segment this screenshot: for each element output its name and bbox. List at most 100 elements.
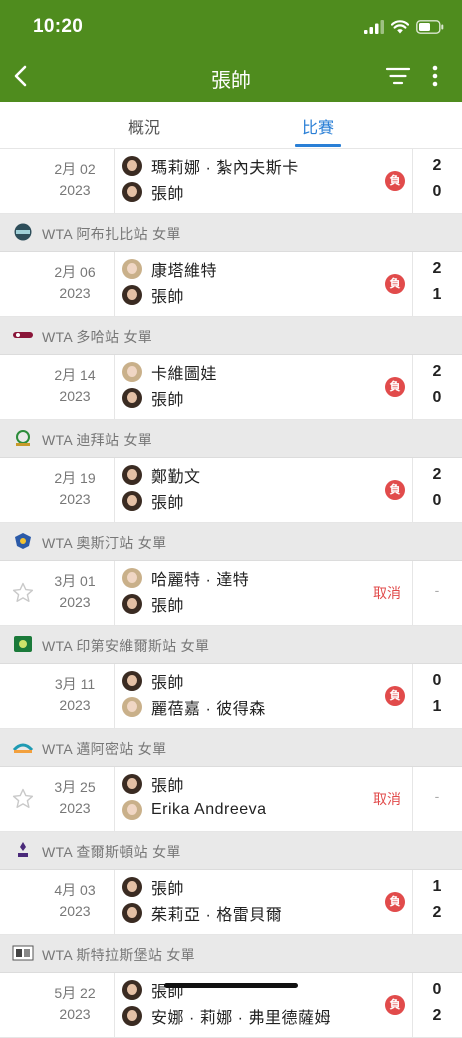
player-name: 張帥 [151, 186, 185, 203]
divider [114, 252, 115, 316]
tournament-header[interactable]: WTA 多哈站 女單 [0, 317, 462, 355]
loss-badge: 負 [385, 274, 405, 294]
score-player-two: 1 [432, 698, 442, 715]
match-day: 5月 22 [54, 985, 96, 1001]
match-year: 2023 [59, 903, 91, 919]
match-row[interactable]: 2月 19 2023 鄭勤文 張帥 負 2 0 [0, 458, 462, 523]
star-icon[interactable] [11, 581, 35, 605]
loss-badge: 負 [385, 377, 405, 397]
player-name: 康塔維特 [151, 263, 218, 280]
player-name: 張帥 [151, 289, 185, 306]
player-two: 張帥 [122, 386, 184, 410]
match-row[interactable]: 2月 02 2023 瑪莉娜 · 紮內夫斯卡 張帥 負 2 0 [0, 149, 462, 214]
divider [412, 767, 413, 831]
match-year: 2023 [59, 285, 91, 301]
loss-badge: 負 [385, 995, 405, 1015]
player-name: 張帥 [151, 675, 185, 692]
match-year: 2023 [59, 491, 91, 507]
match-day: 2月 14 [54, 367, 96, 383]
divider [114, 870, 115, 934]
match-year: 2023 [59, 388, 91, 404]
player-two: 張帥 [122, 283, 184, 307]
score-player-one: 1 [432, 878, 442, 895]
avatar [122, 259, 142, 279]
tournament-name: WTA 印第安維爾斯站 女單 [42, 638, 210, 654]
divider [114, 355, 115, 419]
match-day: 2月 19 [54, 470, 96, 486]
divider [412, 561, 413, 625]
tournament-header[interactable]: WTA 阿布扎比站 女單 [0, 214, 462, 252]
match-year: 2023 [59, 1006, 91, 1022]
home-indicator[interactable] [164, 983, 298, 988]
tab-matches[interactable]: 比賽 [268, 114, 368, 138]
divider [412, 252, 413, 316]
player-two: 張帥 [122, 180, 184, 204]
match-row[interactable]: 3月 01 2023 哈麗特 · 達特 張帥 取消 - [0, 561, 462, 626]
status-bar: 10:20 [0, 0, 462, 50]
filter-icon[interactable] [385, 66, 411, 86]
tournament-header[interactable]: WTA 印第安維爾斯站 女單 [0, 626, 462, 664]
loss-badge: 負 [385, 171, 405, 191]
score-player-one: 2 [432, 363, 442, 380]
match-date: 3月 25 2023 [38, 777, 112, 819]
match-list: 2月 02 2023 瑪莉娜 · 紮內夫斯卡 張帥負 2 0 WTA 阿布扎比站 女單 2月 … [0, 149, 462, 1038]
match-row[interactable]: 2月 14 2023 卡維圖娃 張帥 負 2 0 [0, 355, 462, 420]
match-date: 2月 06 2023 [38, 262, 112, 304]
tournament-header[interactable]: WTA 斯特拉斯堡站 女單 [0, 935, 462, 973]
player-one: 張帥 [122, 875, 184, 899]
match-row[interactable]: 3月 11 2023 張帥 麗蓓嘉 · 彼得森 負 0 1 [0, 664, 462, 729]
divider [114, 149, 115, 213]
player-one: 張帥 [122, 669, 184, 693]
match-day: 3月 11 [54, 676, 96, 692]
tournament-header[interactable]: WTA 邁阿密站 女單 [0, 729, 462, 767]
divider [412, 973, 413, 1037]
score-player-two: 2 [432, 1007, 442, 1024]
star-icon[interactable] [11, 787, 35, 811]
match-row[interactable]: 2月 06 2023 康塔維特 張帥 負 2 1 [0, 252, 462, 317]
player-name: 張帥 [151, 598, 185, 615]
tournament-header[interactable]: WTA 查爾斯頓站 女單 [0, 832, 462, 870]
tournament-logo-icon [12, 223, 34, 241]
wifi-icon [391, 20, 409, 34]
no-score: - [434, 788, 440, 804]
tab-overview[interactable]: 概況 [94, 114, 194, 138]
match-date: 2月 02 2023 [38, 159, 112, 201]
tournament-header[interactable]: WTA 迪拜站 女單 [0, 420, 462, 458]
match-day: 2月 02 [54, 161, 96, 177]
match-day: 2月 06 [54, 264, 96, 280]
status-icons [364, 18, 444, 36]
more-options-icon[interactable] [429, 64, 441, 88]
match-date: 5月 22 2023 [38, 983, 112, 1025]
divider [114, 458, 115, 522]
tournament-name: WTA 阿布扎比站 女單 [42, 226, 181, 242]
tab-bar: 概況 比賽 [0, 102, 462, 149]
avatar [122, 1006, 142, 1026]
avatar [122, 980, 142, 1000]
player-name: 哈麗特 · 達特 [151, 572, 250, 589]
battery-icon [416, 20, 444, 34]
status-time: 10:20 [33, 16, 84, 37]
player-name: Erika Andreeva [151, 801, 267, 818]
cancelled-status: 取消 [373, 585, 401, 601]
player-one: 卡維圖娃 [122, 360, 217, 384]
match-row[interactable]: 3月 25 2023 張帥 Erika Andreeva 取消 - [0, 767, 462, 832]
score-player-two: 2 [432, 904, 442, 921]
avatar [122, 182, 142, 202]
cancelled-status: 取消 [373, 791, 401, 807]
score-player-two: 1 [432, 286, 442, 303]
player-name: 茱莉亞 · 格雷貝爾 [151, 907, 283, 924]
tournament-name: WTA 斯特拉斯堡站 女單 [42, 947, 195, 963]
tournament-name: WTA 迪拜站 女單 [42, 432, 153, 448]
match-row[interactable]: 4月 03 2023 張帥 茱莉亞 · 格雷貝爾 負 1 2 [0, 870, 462, 935]
divider [412, 149, 413, 213]
tournament-name: WTA 查爾斯頓站 女單 [42, 844, 181, 860]
tournament-header[interactable]: WTA 奧斯汀站 女單 [0, 523, 462, 561]
match-date: 2月 14 2023 [38, 365, 112, 407]
loss-badge: 負 [385, 892, 405, 912]
signal-icon [364, 20, 384, 34]
player-two: 張帥 [122, 592, 184, 616]
no-score: - [434, 582, 440, 598]
avatar [122, 903, 142, 923]
player-name: 張帥 [151, 778, 185, 795]
player-one: 張帥 [122, 978, 184, 1002]
